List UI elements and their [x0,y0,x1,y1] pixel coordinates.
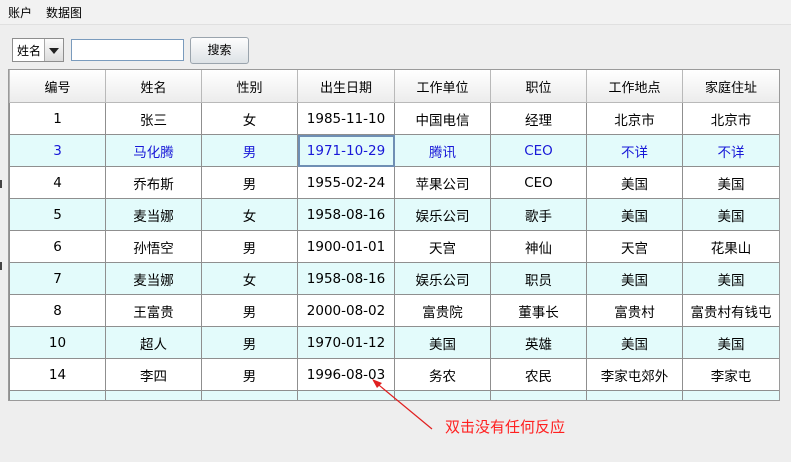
left-edge-marker [0,180,2,188]
annotation-arrow [372,379,433,430]
annotation-note: 双击没有任何反应 [445,418,566,436]
left-edge-marker [0,262,2,270]
